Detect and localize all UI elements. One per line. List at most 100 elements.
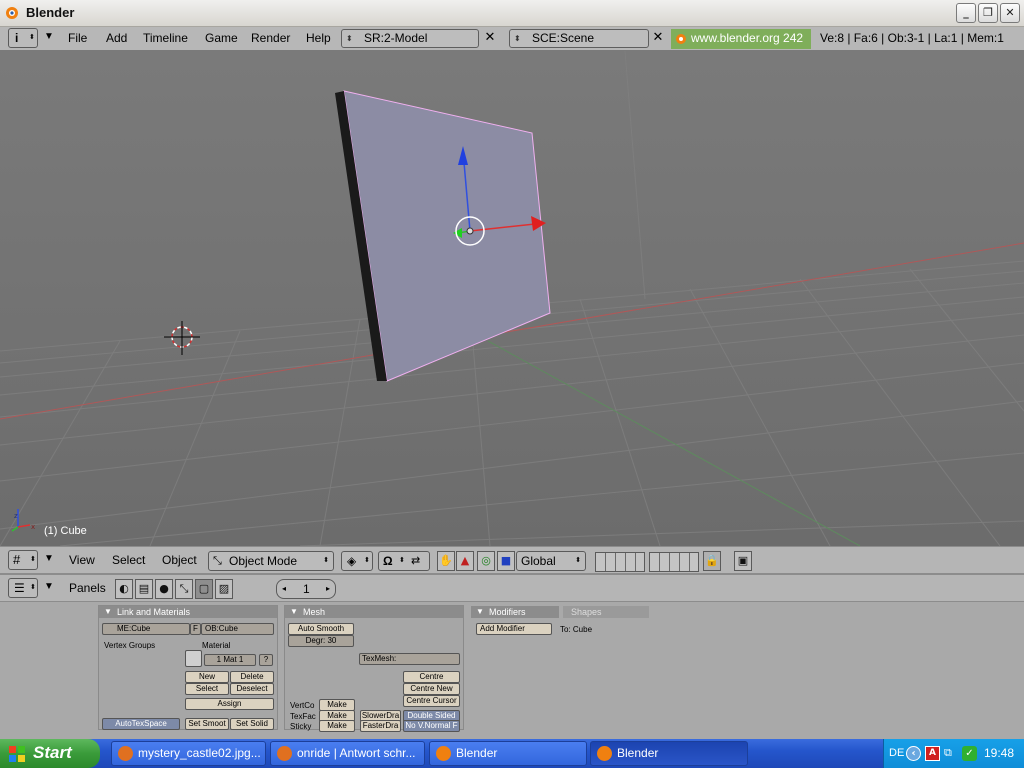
layer-buttons-1-10[interactable] [595,552,645,572]
tray-expand-icon[interactable]: ‹ [906,746,921,761]
viewport-scene: z x [0,51,1024,546]
scene-context-icon[interactable]: ▨ [215,579,233,599]
task-onride[interactable]: onride | Antwort schr... [270,741,425,766]
network-tray-icon[interactable]: ⧉ [944,746,959,761]
screen-name: SR:2-Model [364,31,428,45]
mesh-name-field[interactable]: ME:Cube [102,623,190,635]
add-modifier-menu[interactable]: Add Modifier [476,623,552,635]
scale-manip-icon[interactable]: ■ [497,551,515,571]
panels-label[interactable]: Panels [69,581,106,595]
screen-selector[interactable]: ⬍ SR:2-Model [341,29,479,48]
task-blender-1[interactable]: Blender [429,741,587,766]
draw-type-selector[interactable]: ◈ ⬍ [341,551,373,571]
material-color-swatch[interactable] [185,650,202,667]
material-select-button[interactable]: Select [185,683,229,695]
shading-context-icon[interactable]: ● [155,579,173,599]
layer-buttons-11-20[interactable] [649,552,699,572]
scene-delete-icon[interactable]: ✕ [649,29,667,48]
shapes-tab[interactable]: Shapes [563,606,649,618]
sticky-label: Sticky [290,722,312,731]
3d-viewport[interactable]: z x (1) Cube [0,51,1024,546]
material-deselect-button[interactable]: Deselect [230,683,274,695]
centre-new-button[interactable]: Centre New [403,683,460,695]
collapse-header-icon[interactable]: ▼ [44,553,54,564]
maximize-button[interactable]: ❐ [978,3,998,23]
minimize-button[interactable]: _ [956,3,976,23]
manipulator-toggle-icon[interactable]: ✋ [437,551,455,571]
fake-user-button[interactable]: F [190,623,201,635]
frame-number-value: 1 [303,582,310,596]
translate-manip-icon[interactable]: ▲ [456,551,474,571]
mode-value: Object Mode [229,554,298,568]
start-button[interactable]: Start [0,739,100,768]
object-context-icon[interactable]: ⤡ [175,579,193,599]
blender-site-link[interactable]: www.blender.org 242 [671,29,811,49]
link-materials-title[interactable]: ▼ Link and Materials [99,606,277,618]
material-new-button[interactable]: New [185,671,229,683]
centre-cursor-button[interactable]: Centre Cursor [403,695,460,707]
acrobat-tray-icon[interactable]: A [925,746,940,761]
menu-render[interactable]: Render [251,31,290,45]
menu-timeline[interactable]: Timeline [143,31,188,45]
faster-draw-button[interactable]: FasterDra [360,720,401,732]
collapse-buttons-header-icon[interactable]: ▼ [44,581,54,592]
language-indicator[interactable]: DE [889,747,904,759]
screen-delete-icon[interactable]: ✕ [481,29,499,48]
close-button[interactable]: ✕ [1000,3,1020,23]
task-mystery-castle[interactable]: mystery_castle02.jpg... [111,741,266,766]
security-tray-icon[interactable]: ✓ [962,746,977,761]
screen: Blender _ ❐ ✕ i ⬍ ▼ File Add Timeline Gam… [0,0,1024,768]
no-vnormal-flip-toggle[interactable]: No V.Normal F [403,720,460,732]
modifiers-tab[interactable]: ▼ Modifiers [471,606,559,618]
set-smooth-button[interactable]: Set Smoot [185,718,229,730]
object-origin [466,227,474,235]
material-index-field[interactable]: 1 Mat 1 [204,654,256,666]
task-blender-2[interactable]: Blender [590,741,748,766]
material-help-button[interactable]: ? [259,654,273,666]
auto-tex-space-toggle[interactable]: AutoTexSpace [102,718,180,730]
menu-view[interactable]: View [69,553,95,567]
logic-context-icon[interactable]: ◐ [115,579,133,599]
script-context-icon[interactable]: ▤ [135,579,153,599]
mesh-panel-title[interactable]: ▼ Mesh [285,606,463,618]
blender-logo-icon [6,7,18,19]
material-assign-button[interactable]: Assign [185,698,274,710]
info-icon[interactable]: i ⬍ [8,28,38,48]
auto-smooth-toggle[interactable]: Auto Smooth [288,623,354,635]
menu-select[interactable]: Select [112,553,145,567]
editor-type-3d-icon[interactable]: # ⬍ [8,550,38,570]
orientation-selector[interactable]: Global ⬍ [516,551,586,571]
menu-object[interactable]: Object [162,553,197,567]
sticky-make-button[interactable]: Make [319,720,355,732]
mesh-panel: ▼ Mesh Auto Smooth Degr: 30 TexMesh: Cent… [284,605,464,732]
render-view-icon[interactable]: ▣ [734,551,752,571]
material-label: Material [202,641,231,650]
menu-file[interactable]: File [68,31,87,45]
centre-button[interactable]: Centre [403,671,460,683]
menu-help[interactable]: Help [306,31,331,45]
mode-selector[interactable]: ⤡ Object Mode ⬍ [208,551,334,571]
object-name-field[interactable]: OB:Cube [201,623,274,635]
editing-context-icon[interactable]: ▢ [195,579,213,599]
modifier-target-label: To: Cube [560,625,593,634]
window-title: Blender [26,5,75,20]
pivot-selector[interactable]: Ω ⬍ ⇄ [378,551,430,571]
texmesh-field[interactable]: TexMesh: [359,653,460,665]
taskbar-clock: 19:48 [984,746,1015,760]
menu-add[interactable]: Add [106,31,127,45]
menu-game[interactable]: Game [205,31,238,45]
smooth-degree-field[interactable]: Degr: 30 [288,635,354,647]
system-tray: DE ‹ A ⧉ ✓ 19:48 [883,739,1024,768]
blender-task-icon [436,746,451,761]
window-title-bar: Blender _ ❐ ✕ [0,0,1024,27]
material-delete-button[interactable]: Delete [230,671,274,683]
editor-type-buttons-icon[interactable]: ☰ ⬍ [8,578,38,598]
set-solid-button[interactable]: Set Solid [230,718,274,730]
rotate-manip-icon[interactable]: ◎ [477,551,495,571]
collapse-menu-icon[interactable]: ▼ [44,31,54,42]
layer-lock-icon[interactable]: 🔒 [703,551,721,571]
scene-selector[interactable]: ⬍ SCE:Scene [509,29,649,48]
frame-number-field[interactable]: ◂ 1 ▸ [276,579,336,599]
firefox-icon [118,746,133,761]
orientation-value: Global [521,554,556,568]
